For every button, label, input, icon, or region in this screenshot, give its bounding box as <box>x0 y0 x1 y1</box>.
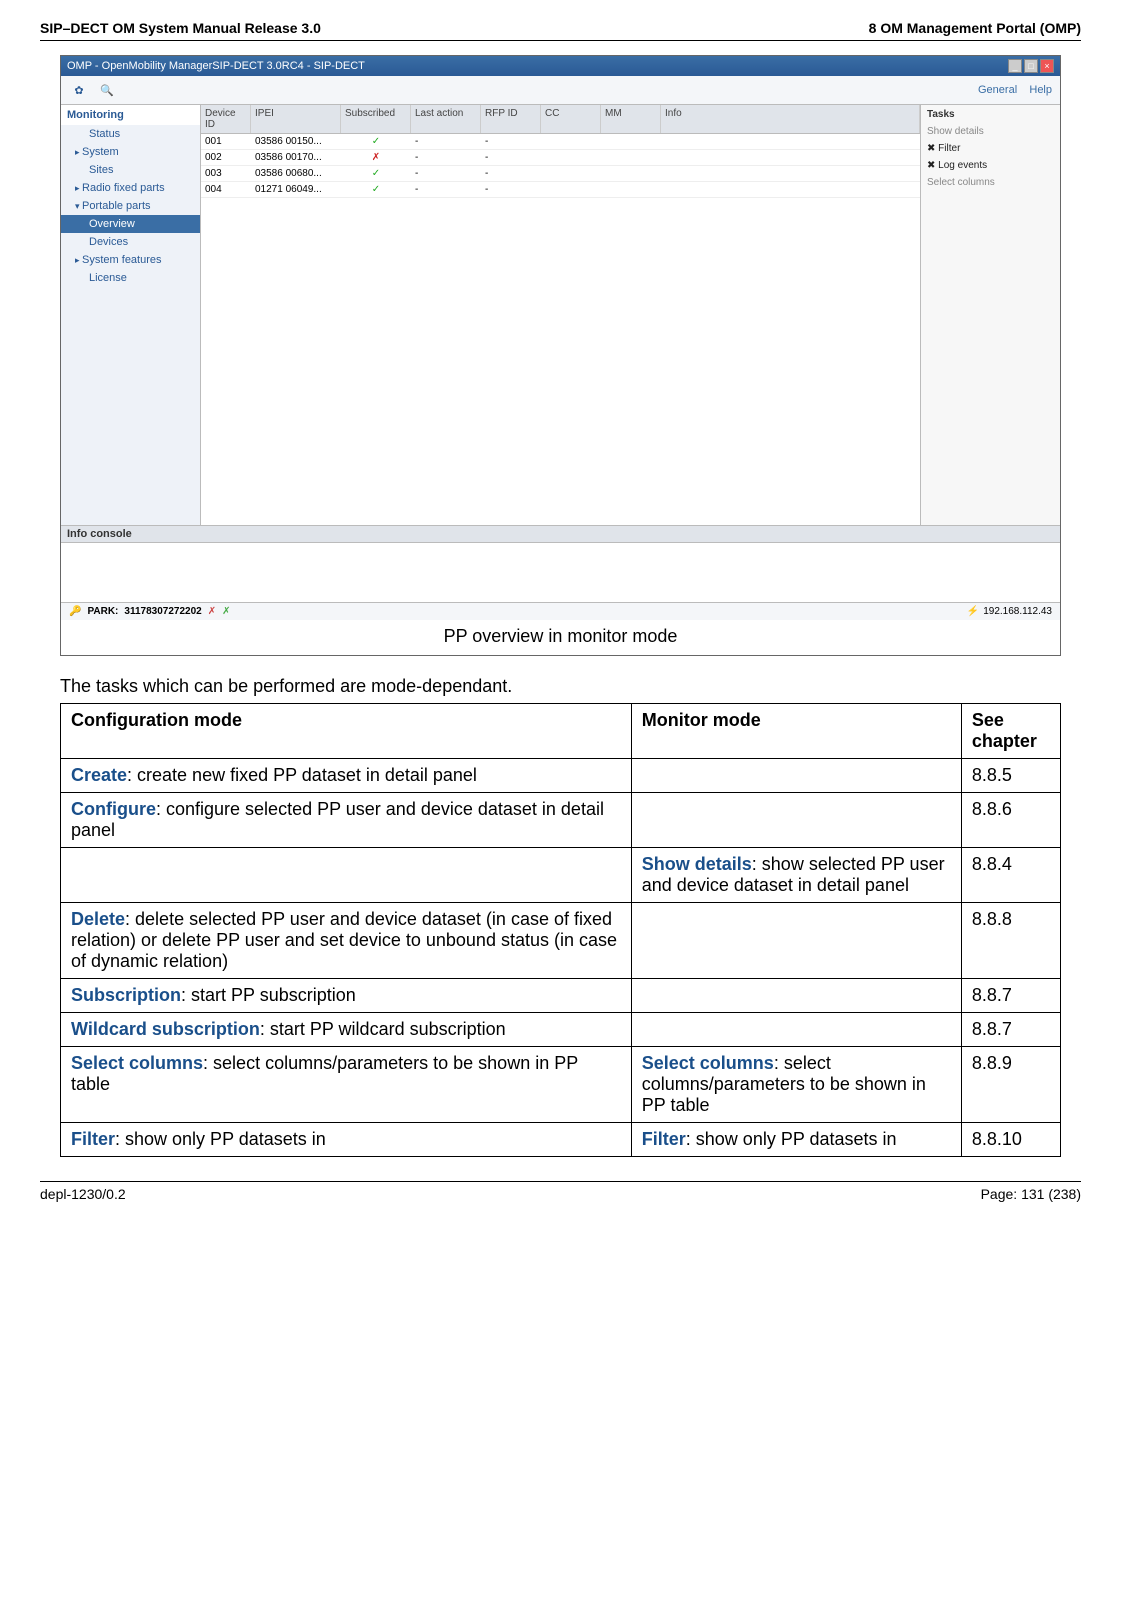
footer-left: depl-1230/0.2 <box>40 1186 126 1202</box>
gear-icon[interactable]: ✿ <box>69 80 89 100</box>
th-monitor-mode: Monitor mode <box>631 704 961 759</box>
table-row: Delete: delete selected PP user and devi… <box>61 903 1061 979</box>
window-buttons: _ □ × <box>1008 59 1054 73</box>
th-config-mode: Configuration mode <box>61 704 632 759</box>
window-titlebar: OMP - OpenMobility ManagerSIP-DECT 3.0RC… <box>61 56 1060 76</box>
task-select-columns[interactable]: Select columns <box>927 177 1054 188</box>
menu-help[interactable]: Help <box>1029 84 1052 96</box>
header-left: SIP–DECT OM System Manual Release 3.0 <box>40 20 321 36</box>
nav-status[interactable]: Status <box>61 125 200 143</box>
table-row: Configure: configure selected PP user an… <box>61 793 1061 848</box>
menu-general[interactable]: General <box>978 84 1017 96</box>
header-right: 8 OM Management Portal (OMP) <box>869 20 1081 36</box>
col-mm[interactable]: MM <box>601 105 661 133</box>
table-row: Filter: show only PP datasets inFilter: … <box>61 1123 1061 1157</box>
tasks-header: Tasks <box>927 109 1054 120</box>
figure-caption: PP overview in monitor mode <box>61 620 1060 655</box>
nav-sysfeat[interactable]: System features <box>61 251 200 269</box>
table-row: Subscription: start PP subscription8.8.7 <box>61 979 1061 1013</box>
close-icon[interactable]: × <box>1040 59 1054 73</box>
nav-pp[interactable]: Portable parts <box>61 197 200 215</box>
tasks-intro: The tasks which can be performed are mod… <box>60 676 1061 697</box>
info-console-body <box>61 542 1060 602</box>
col-rfp-id[interactable]: RFP ID <box>481 105 541 133</box>
nav-monitoring[interactable]: Monitoring <box>61 105 200 125</box>
toolbar: ✿ 🔍 General Help <box>61 76 1060 105</box>
th-see-chapter: See chapter <box>961 704 1060 759</box>
info-console-header[interactable]: Info console <box>61 525 1060 542</box>
table-row[interactable]: 00401271 06049...✓-- <box>201 182 920 198</box>
nav-sites[interactable]: Sites <box>61 161 200 179</box>
search-icon[interactable]: 🔍 <box>97 80 117 100</box>
nav-license[interactable]: License <box>61 269 200 287</box>
nav-rfp[interactable]: Radio fixed parts <box>61 179 200 197</box>
tasks-panel: Tasks Show details ✖ Filter ✖ Log events… <box>920 105 1060 525</box>
col-last-action[interactable]: Last action <box>411 105 481 133</box>
nav-tree: Monitoring Status System Sites Radio fix… <box>61 105 201 525</box>
col-device-id[interactable]: Device ID <box>201 105 251 133</box>
omp-window: OMP - OpenMobility ManagerSIP-DECT 3.0RC… <box>61 56 1060 620</box>
grid-header: Device ID IPEI Subscribed Last action RF… <box>201 105 920 134</box>
data-grid: Device ID IPEI Subscribed Last action RF… <box>201 105 920 525</box>
key-icon: 🔑 <box>69 606 81 617</box>
nav-devices[interactable]: Devices <box>61 233 200 251</box>
table-row: Wildcard subscription: start PP wildcard… <box>61 1013 1061 1047</box>
task-filter[interactable]: ✖ Filter <box>927 143 1054 154</box>
col-ipei[interactable]: IPEI <box>251 105 341 133</box>
status-icon-a[interactable]: ✗ <box>208 606 216 617</box>
task-log-events[interactable]: ✖ Log events <box>927 160 1054 171</box>
table-row: Create: create new fixed PP dataset in d… <box>61 759 1061 793</box>
network-icon: ⚡ <box>967 606 979 617</box>
col-info[interactable]: Info <box>661 105 920 133</box>
modes-table: Configuration mode Monitor mode See chap… <box>60 703 1061 1157</box>
col-subscribed[interactable]: Subscribed <box>341 105 411 133</box>
maximize-icon[interactable]: □ <box>1024 59 1038 73</box>
page-footer: depl-1230/0.2 Page: 131 (238) <box>40 1181 1081 1202</box>
park-value: 31178307272202 <box>124 606 201 617</box>
table-row: Select columns: select columns/parameter… <box>61 1047 1061 1123</box>
footer-right: Page: 131 (238) <box>981 1186 1081 1202</box>
nav-system[interactable]: System <box>61 143 200 161</box>
status-icon-b[interactable]: ✗ <box>222 606 230 617</box>
table-row[interactable]: 00303586 00680...✓-- <box>201 166 920 182</box>
nav-overview[interactable]: Overview <box>61 215 200 233</box>
park-label: PARK: <box>87 606 118 617</box>
statusbar: 🔑 PARK: 31178307272202 ✗ ✗ ⚡ 192.168.112… <box>61 602 1060 620</box>
col-cc[interactable]: CC <box>541 105 601 133</box>
table-row[interactable]: 00103586 00150...✓-- <box>201 134 920 150</box>
table-row: Show details: show selected PP user and … <box>61 848 1061 903</box>
window-title: OMP - OpenMobility ManagerSIP-DECT 3.0RC… <box>67 60 365 72</box>
status-ip: 192.168.112.43 <box>983 606 1052 617</box>
table-row[interactable]: 00203586 00170...✗-- <box>201 150 920 166</box>
task-show-details[interactable]: Show details <box>927 126 1054 137</box>
screenshot-container: OMP - OpenMobility ManagerSIP-DECT 3.0RC… <box>60 55 1061 656</box>
minimize-icon[interactable]: _ <box>1008 59 1022 73</box>
page-header: SIP–DECT OM System Manual Release 3.0 8 … <box>40 20 1081 41</box>
